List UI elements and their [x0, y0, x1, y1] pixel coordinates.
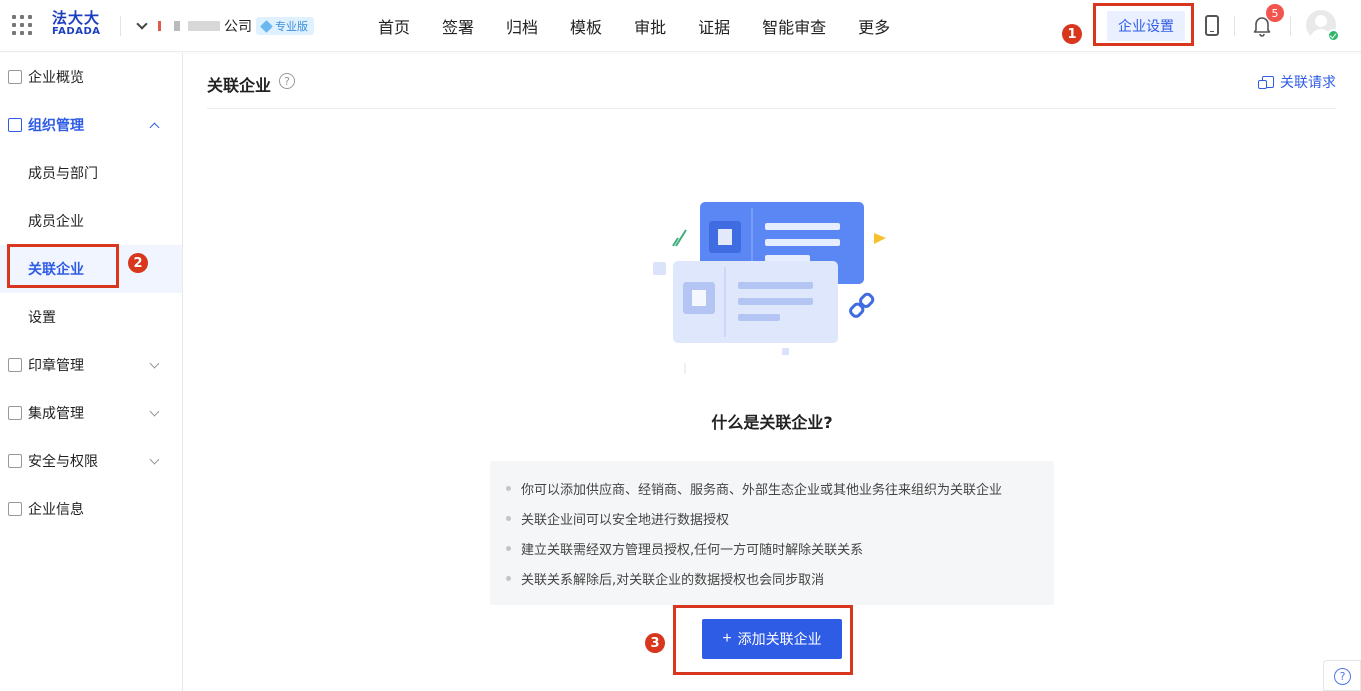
- sidebar-item-label: 企业信息: [28, 502, 84, 518]
- company-name-suffix: 公司: [224, 19, 252, 35]
- diamond-icon: [260, 19, 273, 33]
- plan-badge: 专业版: [256, 17, 314, 35]
- divider: [1290, 16, 1291, 36]
- add-linked-enterprise-button[interactable]: + 添加关联企业: [702, 619, 842, 659]
- top-bar: 法大大 FADADA 公司 专业版 首页 签署 归档 模板 审批 证据 智能审查…: [0, 0, 1361, 52]
- page-title: 关联企业: [207, 76, 272, 95]
- building-icon: [8, 502, 22, 516]
- sidebar-item-security[interactable]: 安全与权限: [0, 437, 182, 485]
- chevron-down-icon: [149, 454, 160, 464]
- sidebar-item-seals[interactable]: 印章管理: [0, 341, 182, 389]
- divider: [1234, 16, 1235, 36]
- sidebar-item-overview[interactable]: 企业概览: [0, 53, 182, 101]
- sidebar-sub-members-departments[interactable]: 成员与部门: [0, 149, 182, 197]
- info-item: 建立关联需经双方管理员授权,任何一方可随时解除关联关系: [506, 533, 1038, 563]
- fadada-logo[interactable]: 法大大 FADADA: [52, 10, 108, 40]
- main-content: 关联企业 ? 关联请求 什么是关联企业? 你可以添加供应商、经销商、服务商、外部…: [183, 53, 1361, 691]
- divider: [120, 16, 121, 36]
- linked-requests-label: 关联请求: [1280, 75, 1336, 91]
- mobile-icon[interactable]: [1205, 15, 1219, 36]
- app-grid-icon[interactable]: [12, 15, 32, 35]
- company-name-redacted: [158, 21, 220, 31]
- seal-icon: [8, 358, 22, 372]
- main-nav: 首页 签署 归档 模板 审批 证据 智能审查 更多: [378, 0, 922, 52]
- notification-count-badge: 5: [1266, 4, 1284, 22]
- nav-smart-review[interactable]: 智能审查: [762, 14, 826, 38]
- sidebar-item-label: 印章管理: [28, 358, 84, 374]
- copy-icon: [1258, 76, 1274, 89]
- nav-evidence[interactable]: 证据: [698, 14, 730, 38]
- nav-home[interactable]: 首页: [378, 14, 410, 38]
- sidebar-sub-settings[interactable]: 设置: [0, 293, 182, 341]
- add-linked-enterprise-label: 添加关联企业: [737, 631, 822, 647]
- sidebar-sub-member-enterprises[interactable]: 成员企业: [0, 197, 182, 245]
- layers-icon: [8, 406, 22, 420]
- sidebar-item-organization[interactable]: 组织管理: [0, 101, 182, 149]
- what-is-linked-enterprise-heading: 什么是关联企业?: [711, 413, 833, 432]
- nav-approval[interactable]: 审批: [634, 14, 666, 38]
- annotation-marker-3: 3: [645, 633, 665, 653]
- nav-sign[interactable]: 签署: [442, 14, 474, 38]
- sidebar-item-label: 集成管理: [28, 406, 84, 422]
- info-item: 关联企业间可以安全地进行数据授权: [506, 503, 1038, 533]
- sidebar-item-enterprise-info[interactable]: 企业信息: [0, 485, 182, 533]
- plus-icon: +: [722, 630, 732, 647]
- annotation-marker-1: 1: [1062, 24, 1082, 44]
- nav-template[interactable]: 模板: [570, 14, 602, 38]
- info-item: 你可以添加供应商、经销商、服务商、外部生态企业或其他业务往来组织为关联企业: [506, 473, 1038, 503]
- nav-more[interactable]: 更多: [858, 14, 890, 38]
- enterprise-settings-button[interactable]: 企业设置: [1107, 11, 1185, 41]
- sidebar: 企业概览 组织管理 成员与部门 成员企业 关联企业 设置 印章管理 集成管理 安…: [0, 53, 183, 691]
- linked-requests-link[interactable]: 关联请求: [1258, 72, 1336, 92]
- help-icon[interactable]: ?: [279, 73, 295, 89]
- nav-archive[interactable]: 归档: [506, 14, 538, 38]
- linked-enterprises-illustration-icon: [653, 202, 886, 374]
- verified-check-icon: [1327, 29, 1340, 42]
- info-item: 关联关系解除后,对关联企业的数据授权也会同步取消: [506, 563, 1038, 593]
- info-list: 你可以添加供应商、经销商、服务商、外部生态企业或其他业务往来组织为关联企业 关联…: [490, 461, 1054, 605]
- help-icon: ?: [1334, 668, 1351, 685]
- divider: [207, 108, 1336, 109]
- annotation-highlight-2: [7, 244, 119, 288]
- annotation-marker-2: 2: [128, 253, 148, 273]
- sidebar-item-integration[interactable]: 集成管理: [0, 389, 182, 437]
- company-selector[interactable]: 公司 专业版: [136, 14, 314, 38]
- logo-en-text: FADADA: [52, 26, 101, 37]
- shield-icon: [8, 454, 22, 468]
- dashboard-icon: [8, 70, 22, 84]
- sidebar-item-label: 安全与权限: [28, 454, 98, 470]
- plan-badge-label: 专业版: [275, 20, 308, 33]
- sidebar-item-label: 组织管理: [28, 118, 84, 134]
- sidebar-item-label: 企业概览: [28, 70, 84, 86]
- org-icon: [8, 118, 22, 132]
- chevron-up-icon: [149, 122, 160, 132]
- chevron-down-icon: [149, 358, 160, 368]
- logo-cn-text: 法大大: [52, 9, 101, 27]
- floating-help-button[interactable]: ?: [1323, 660, 1361, 691]
- chevron-down-icon: [136, 18, 148, 30]
- chevron-down-icon: [149, 406, 160, 416]
